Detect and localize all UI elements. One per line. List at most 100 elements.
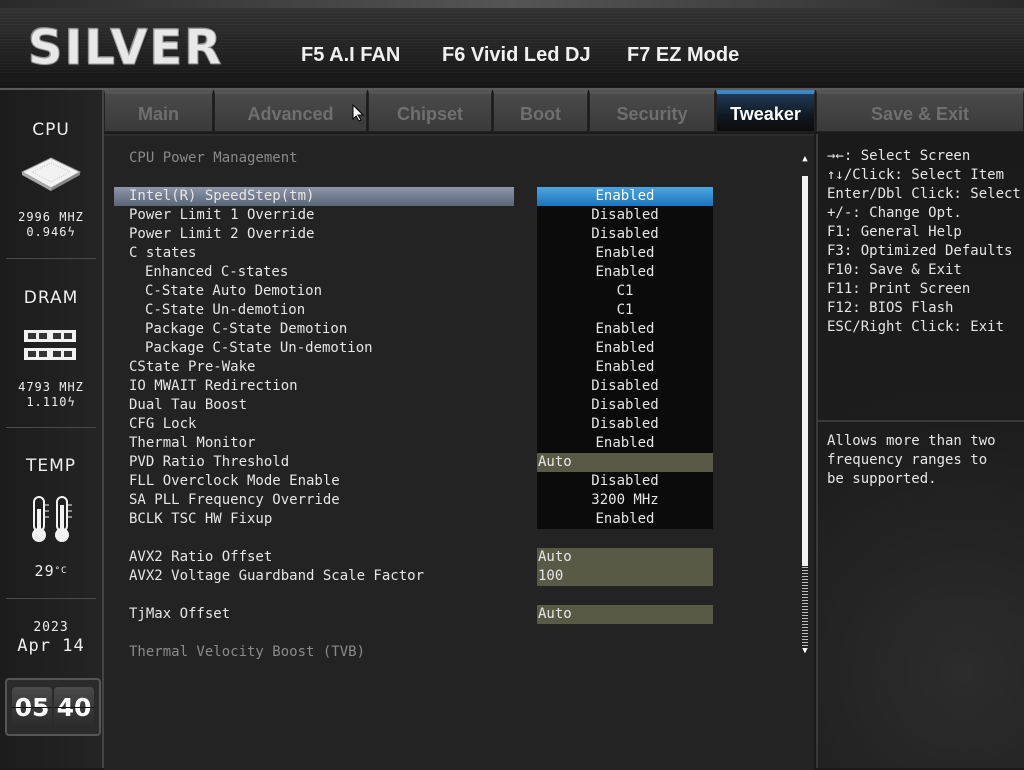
- bolt-icon: ϟ: [67, 395, 76, 409]
- date-month-day: Apr 14: [17, 636, 85, 656]
- ez-mode-hotkey[interactable]: F7 EZ Mode: [627, 44, 739, 67]
- scroll-thumb[interactable]: [802, 176, 808, 566]
- header-bar: SILVER F5 A.I FAN F6 Vivid Led DJ F7 EZ …: [0, 0, 1024, 90]
- tab-boot[interactable]: Boot: [493, 90, 588, 132]
- mouse-cursor-icon: [352, 104, 364, 122]
- setting-value-dropdown[interactable]: Enabled: [537, 320, 713, 339]
- setting-row[interactable]: Package C-State Un-demotion Enabled: [104, 339, 794, 358]
- setting-value-dropdown[interactable]: Enabled: [537, 510, 713, 529]
- vivid-led-dj-hotkey[interactable]: F6 Vivid Led DJ: [442, 44, 591, 67]
- setting-row[interactable]: Dual Tau Boost Disabled: [104, 396, 794, 415]
- setting-row[interactable]: C-State Un-demotion C1: [104, 301, 794, 320]
- key-help-line: →←: Select Screen: [827, 148, 971, 164]
- description-line: Allows more than two: [827, 433, 996, 449]
- setting-value-dropdown[interactable]: Enabled: [537, 263, 713, 282]
- setting-row[interactable]: FLL Overclock Mode Enable Disabled: [104, 472, 794, 491]
- setting-value-dropdown[interactable]: Enabled: [537, 339, 713, 358]
- tab-save-exit[interactable]: Save & Exit: [816, 90, 1024, 132]
- setting-row[interactable]: Thermal Monitor Enabled: [104, 434, 794, 453]
- setting-value-dropdown[interactable]: Disabled: [537, 225, 713, 244]
- key-help-line: +/-: Change Opt.: [827, 205, 962, 221]
- setting-row[interactable]: PVD Ratio Threshold Auto: [104, 453, 794, 472]
- setting-label: CState Pre-Wake: [129, 359, 256, 375]
- setting-row[interactable]: CState Pre-Wake Enabled: [104, 358, 794, 377]
- setting-row[interactable]: Package C-State Demotion Enabled: [104, 320, 794, 339]
- scroll-up-arrow-icon[interactable]: ▲: [799, 154, 811, 164]
- dram-label: DRAM: [23, 288, 79, 308]
- setting-label: BCLK TSC HW Fixup: [129, 511, 273, 527]
- setting-label: C-State Auto Demotion: [145, 283, 323, 299]
- setting-label: AVX2 Voltage Guardband Scale Factor: [129, 568, 425, 584]
- setting-label: CFG Lock: [129, 416, 197, 432]
- setting-value-dropdown[interactable]: C1: [537, 301, 713, 320]
- setting-label: FLL Overclock Mode Enable: [129, 473, 340, 489]
- setting-label: C-State Un-demotion: [145, 302, 306, 318]
- submenu-tvb[interactable]: Thermal Velocity Boost (TVB): [129, 644, 365, 660]
- tab-security[interactable]: Security: [589, 90, 715, 132]
- setting-label: Intel(R) SpeedStep(tm): [129, 188, 315, 204]
- setting-value-input[interactable]: 100: [537, 567, 713, 586]
- setting-value-dropdown[interactable]: Disabled: [537, 206, 713, 225]
- setting-value-input[interactable]: Auto: [537, 605, 713, 624]
- key-help-line: F12: BIOS Flash: [827, 300, 954, 316]
- setting-value-input[interactable]: Auto: [537, 453, 713, 472]
- setting-label: Package C-State Demotion: [145, 321, 348, 337]
- setting-label: Package C-State Un-demotion: [145, 340, 373, 356]
- setting-label: PVD Ratio Threshold: [129, 454, 290, 470]
- sidebar-divider: [6, 258, 96, 259]
- scrollbar[interactable]: ▲ ▼: [802, 154, 808, 656]
- tab-tweaker[interactable]: Tweaker: [716, 90, 815, 132]
- setting-label: Dual Tau Boost: [129, 397, 248, 413]
- scroll-down-arrow-icon[interactable]: ▼: [799, 646, 811, 656]
- scroll-track[interactable]: [802, 566, 808, 646]
- setting-row[interactable]: Intel(R) SpeedStep(tm) Enabled: [104, 187, 794, 206]
- cpu-voltage: 0.946: [26, 225, 68, 239]
- setting-value-dropdown[interactable]: Enabled: [537, 358, 713, 377]
- setting-row[interactable]: SA PLL Frequency Override 3200 MHz: [104, 491, 794, 510]
- setting-label: TjMax Offset: [129, 606, 231, 622]
- setting-row[interactable]: Power Limit 2 Override Disabled: [104, 225, 794, 244]
- clock-minute: 40: [54, 687, 94, 727]
- setting-value-dropdown[interactable]: Enabled: [537, 187, 713, 206]
- setting-row[interactable]: C states Enabled: [104, 244, 794, 263]
- tab-main[interactable]: Main: [104, 90, 213, 132]
- setting-row[interactable]: C-State Auto Demotion C1: [104, 282, 794, 301]
- description-line: be supported.: [827, 471, 937, 487]
- setting-row[interactable]: Enhanced C-states Enabled: [104, 263, 794, 282]
- tab-advanced[interactable]: Advanced: [214, 90, 367, 132]
- setting-value-dropdown[interactable]: Disabled: [537, 377, 713, 396]
- setting-value-dropdown[interactable]: Enabled: [537, 434, 713, 453]
- temperature-unit: °C: [54, 566, 68, 576]
- cpu-frequency: 2996 MHZ: [18, 210, 84, 224]
- setting-row-avx2-voltage[interactable]: AVX2 Voltage Guardband Scale Factor 100: [104, 567, 794, 586]
- key-help-line: Enter/Dbl Click: Select: [827, 186, 1021, 202]
- setting-row[interactable]: BCLK TSC HW Fixup Enabled: [104, 510, 794, 529]
- temperature-row: 29°C: [0, 564, 102, 579]
- setting-label: AVX2 Ratio Offset: [129, 549, 273, 565]
- thermometer-icon: [32, 496, 72, 542]
- setting-row-avx2-ratio[interactable]: AVX2 Ratio Offset Auto: [104, 548, 794, 567]
- setting-value-dropdown[interactable]: 3200 MHz: [537, 491, 713, 510]
- setting-value-input[interactable]: Auto: [537, 548, 713, 567]
- sidebar-divider: [6, 427, 96, 428]
- setting-value-dropdown[interactable]: C1: [537, 282, 713, 301]
- description-line: frequency ranges to: [827, 452, 988, 468]
- setting-row-tjmax[interactable]: TjMax Offset Auto: [104, 605, 794, 624]
- setting-value-dropdown[interactable]: Disabled: [537, 415, 713, 434]
- setting-row[interactable]: CFG Lock Disabled: [104, 415, 794, 434]
- ai-fan-hotkey[interactable]: F5 A.I FAN: [301, 44, 400, 67]
- key-help-line: ESC/Right Click: Exit: [827, 319, 1005, 335]
- setting-value-dropdown[interactable]: Disabled: [537, 472, 713, 491]
- key-help-line: F11: Print Screen: [827, 281, 971, 297]
- section-title-cpu-power: CPU Power Management: [129, 150, 298, 166]
- setting-label: IO MWAIT Redirection: [129, 378, 298, 394]
- setting-row[interactable]: IO MWAIT Redirection Disabled: [104, 377, 794, 396]
- temp-label: TEMP: [25, 456, 77, 476]
- tab-chipset[interactable]: Chipset: [368, 90, 492, 132]
- setting-value-dropdown[interactable]: Disabled: [537, 396, 713, 415]
- key-help-line: ↑↓/Click: Select Item: [827, 167, 1005, 183]
- setting-row[interactable]: Power Limit 1 Override Disabled: [104, 206, 794, 225]
- help-divider: [818, 420, 1024, 422]
- silver-logo: SILVER: [27, 20, 224, 77]
- setting-value-dropdown[interactable]: Enabled: [537, 244, 713, 263]
